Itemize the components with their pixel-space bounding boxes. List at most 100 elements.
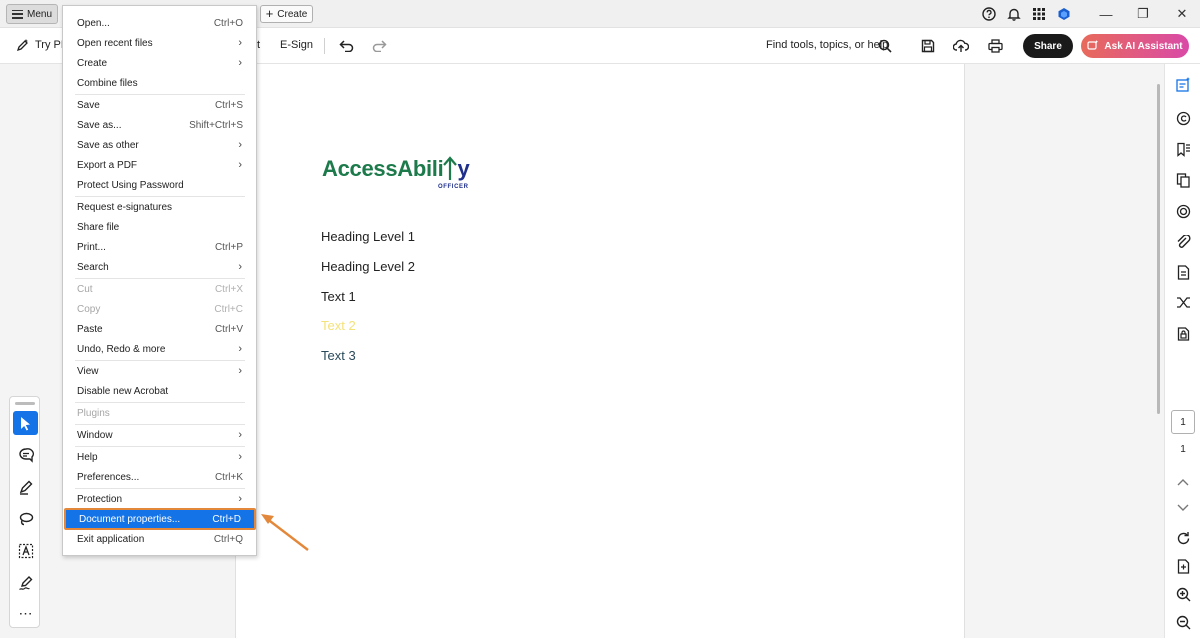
highlight-pen-icon[interactable]: [13, 475, 38, 499]
menu-item-save[interactable]: Save Ctrl+S: [64, 95, 256, 115]
doc-text-2: Text 2: [321, 318, 356, 333]
menu-item-open[interactable]: Open... Ctrl+O: [64, 13, 256, 33]
chevron-right-icon: ›: [238, 159, 242, 171]
right-tool-rail: 1 1: [1164, 64, 1200, 638]
zoom-in-icon[interactable]: [1175, 586, 1191, 602]
draw-lasso-icon[interactable]: [13, 507, 38, 531]
esign-tool[interactable]: E-Sign: [280, 39, 313, 51]
ai-sparkle-icon: [1087, 40, 1099, 50]
user-avatar-icon[interactable]: [1056, 6, 1072, 22]
text-box-icon[interactable]: [13, 539, 38, 563]
current-page-input[interactable]: 1: [1171, 410, 1195, 434]
fill-sign-icon[interactable]: [13, 571, 38, 595]
toolbar-divider: [324, 38, 325, 54]
more-tools-icon[interactable]: ⋯: [13, 601, 38, 625]
menu-item-document-properties[interactable]: Document properties... Ctrl+D: [64, 508, 256, 530]
pages-icon[interactable]: [1175, 172, 1191, 188]
minimize-icon[interactable]: —: [1096, 4, 1116, 24]
restore-icon[interactable]: ❐: [1133, 4, 1153, 24]
chevron-right-icon: ›: [238, 139, 242, 151]
convert-tool-partial[interactable]: t: [257, 39, 260, 51]
menu-item-open-recent[interactable]: Open recent files ›: [64, 33, 256, 53]
chevron-right-icon: ›: [238, 37, 242, 49]
menu-item-copy: Copy Ctrl+C: [77, 303, 243, 315]
doc-heading-2: Heading Level 2: [321, 259, 415, 274]
chevron-right-icon: ›: [238, 261, 242, 273]
add-comment-icon[interactable]: [13, 443, 38, 467]
main-menu-dropdown: Open... Ctrl+O Open recent files › Create ›…: [62, 5, 257, 556]
menu-item-save-as-other[interactable]: Save as other ›: [64, 135, 256, 155]
protect-icon[interactable]: [1175, 325, 1191, 341]
compare-icon[interactable]: [1175, 294, 1191, 310]
right-gutter: [964, 64, 1154, 638]
vertical-scrollbar[interactable]: [1154, 64, 1164, 638]
scroll-down-icon[interactable]: [1175, 500, 1191, 516]
ai-assistant-label: Ask AI Assistant: [1104, 40, 1183, 52]
tools-grip-handle[interactable]: [15, 402, 35, 405]
chevron-right-icon: ›: [238, 429, 242, 441]
undo-icon[interactable]: [338, 38, 354, 54]
print-icon[interactable]: [987, 38, 1003, 54]
create-button-label: Create: [277, 8, 308, 20]
menu-item-plugins: Plugins: [77, 407, 110, 419]
menu-item-help[interactable]: Help ›: [64, 447, 256, 467]
menu-item-paste[interactable]: Paste Ctrl+V: [64, 319, 256, 339]
menu-item-print[interactable]: Print... Ctrl+P: [64, 237, 256, 257]
menu-item-exit-application[interactable]: Exit application Ctrl+Q: [64, 529, 256, 549]
scroll-up-icon[interactable]: [1175, 474, 1191, 490]
bookmark-icon[interactable]: [1175, 141, 1191, 157]
find-tools-label[interactable]: Find tools, topics, or help: [766, 39, 888, 51]
menu-item-request-esignatures[interactable]: Request e-signatures: [64, 197, 256, 217]
menu-item-undo-redo[interactable]: Undo, Redo & more ›: [64, 339, 256, 359]
select-pointer-icon[interactable]: [13, 411, 38, 435]
try-pdf-icon: [16, 39, 28, 52]
chevron-right-icon: ›: [238, 57, 242, 69]
menu-item-save-as[interactable]: Save as... Shift+Ctrl+S: [64, 115, 256, 135]
plus-icon: +: [265, 6, 274, 21]
export-icon[interactable]: [1175, 264, 1191, 280]
bell-icon[interactable]: [1006, 6, 1022, 22]
scrollbar-thumb[interactable]: [1157, 84, 1160, 414]
total-pages-label: 1: [1180, 444, 1186, 455]
menu-item-preferences[interactable]: Preferences... Ctrl+K: [64, 467, 256, 487]
chevron-right-icon: ›: [238, 493, 242, 505]
document-logo: AccessAbili y OFFICER: [322, 156, 470, 190]
menu-item-window[interactable]: Window ›: [64, 425, 256, 445]
apps-grid-icon[interactable]: [1031, 6, 1047, 22]
chevron-right-icon: ›: [238, 343, 242, 355]
menu-item-view[interactable]: View ›: [64, 361, 256, 381]
ai-assistant-button[interactable]: Ask AI Assistant: [1081, 34, 1189, 58]
doc-text-3: Text 3: [321, 348, 356, 363]
attachment-icon[interactable]: [1175, 234, 1191, 250]
logo-main-text: AccessAbili: [322, 156, 444, 181]
upload-icon[interactable]: [953, 38, 969, 54]
menu-button[interactable]: Menu: [6, 4, 58, 24]
menu-item-export-pdf[interactable]: Export a PDF ›: [64, 155, 256, 175]
rotate-icon[interactable]: [1175, 530, 1191, 546]
save-icon[interactable]: [920, 38, 936, 54]
edit-pdf-icon[interactable]: [1175, 76, 1191, 92]
zoom-out-icon[interactable]: [1175, 614, 1191, 630]
menu-item-create[interactable]: Create ›: [64, 53, 256, 73]
menu-item-share-file[interactable]: Share file: [64, 217, 256, 237]
redact-icon[interactable]: [1175, 203, 1191, 219]
help-icon[interactable]: [981, 6, 997, 22]
menu-item-combine-files[interactable]: Combine files: [64, 73, 256, 93]
create-button[interactable]: + Create: [260, 5, 313, 23]
search-icon[interactable]: [877, 38, 893, 54]
redo-icon[interactable]: [371, 38, 387, 54]
menu-item-protection[interactable]: Protection ›: [64, 489, 256, 509]
annotation-arrow-icon: [261, 514, 309, 551]
page-fit-icon[interactable]: [1175, 558, 1191, 574]
try-pdf-button[interactable]: Try PD: [16, 38, 69, 52]
comment-icon[interactable]: [1175, 110, 1191, 126]
menu-item-search[interactable]: Search ›: [64, 257, 256, 277]
share-button[interactable]: Share: [1023, 34, 1073, 58]
menu-item-disable-new-acrobat[interactable]: Disable new Acrobat: [64, 381, 256, 401]
document-page: AccessAbili y OFFICER Heading Level 1 Hea…: [236, 64, 964, 638]
quick-tools-panel: ⋯: [9, 396, 40, 628]
menu-item-protect-password[interactable]: Protect Using Password: [64, 175, 256, 195]
hamburger-icon: [12, 9, 23, 19]
chevron-right-icon: ›: [238, 451, 242, 463]
close-icon[interactable]: ✕: [1172, 4, 1192, 24]
